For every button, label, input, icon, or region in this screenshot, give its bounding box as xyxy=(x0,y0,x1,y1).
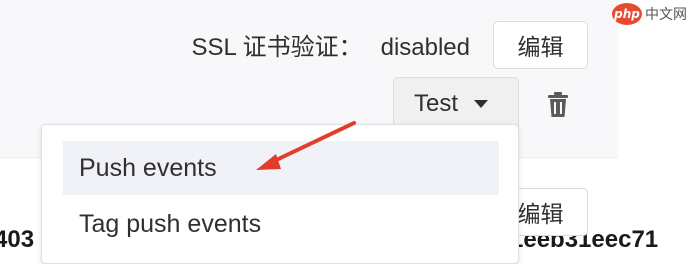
menu-item-tag-push-events[interactable]: Tag push events xyxy=(63,197,499,251)
test-button-label: Test xyxy=(414,90,459,117)
edit-button-label: 编辑 xyxy=(517,35,564,61)
test-dropdown-button[interactable]: Test xyxy=(393,77,519,131)
menu-item-label: Push events xyxy=(79,153,217,182)
ssl-verification-label: SSL 证书验证： xyxy=(191,34,363,61)
site-watermark: php 中文网 xyxy=(612,0,696,28)
ssl-verification-value: disabled xyxy=(380,34,470,61)
watermark-text: 中文网 xyxy=(645,7,687,23)
edit-button-secondary-label: 编辑 xyxy=(517,202,564,228)
edit-button[interactable]: 编辑 xyxy=(493,21,588,69)
menu-item-label: Tag push events xyxy=(79,209,262,238)
test-events-dropdown-menu: Push events Tag push events xyxy=(41,124,519,264)
menu-item-push-events[interactable]: Push events xyxy=(63,141,499,195)
hook-row-left-text: 403 xyxy=(0,226,35,253)
ssl-verification-row: SSL 证书验证： disabled xyxy=(0,27,470,62)
php-logo-icon: php xyxy=(612,3,642,25)
caret-down-icon xyxy=(474,100,489,108)
trash-icon[interactable] xyxy=(547,92,569,118)
